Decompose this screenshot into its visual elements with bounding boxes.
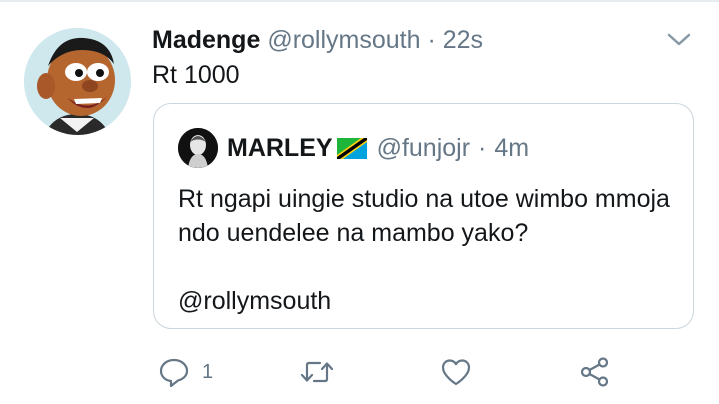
handle[interactable]: @rollymsouth — [267, 26, 420, 54]
quoted-tweet-header: MARLEY @funjojr · 4m — [227, 132, 529, 164]
top-divider — [0, 0, 719, 2]
reply-button[interactable]: 1 — [158, 352, 213, 392]
quoted-timestamp[interactable]: 4m — [494, 132, 529, 164]
quoted-tweet-card[interactable]: MARLEY @funjojr · 4m Rt ngapi uingie stu… — [153, 103, 694, 329]
caricature-avatar-icon — [24, 28, 131, 135]
tweet-header: Madenge @rollymsouth · 22s — [152, 24, 483, 56]
tweet-text: Rt 1000 — [152, 61, 240, 89]
display-name[interactable]: Madenge — [152, 26, 260, 54]
like-button[interactable] — [440, 352, 484, 392]
quoted-text-line-2: ndo uendelee na mambo yako? — [178, 219, 529, 247]
quoted-handle[interactable]: @funjojr — [377, 132, 470, 164]
quoted-avatar-icon — [178, 128, 218, 168]
tanzania-flag-icon — [336, 137, 367, 159]
like-icon — [441, 359, 471, 386]
timestamp[interactable]: 22s — [443, 26, 483, 54]
user-avatar[interactable] — [24, 28, 131, 135]
retweet-button[interactable] — [300, 352, 346, 392]
reply-count: 1 — [202, 360, 214, 383]
retweet-icon — [300, 361, 334, 383]
quoted-text-line-1: Rt ngapi uingie studio na utoe wimbo mmo… — [178, 185, 670, 213]
quoted-separator: · — [478, 134, 487, 162]
quoted-mention[interactable]: @rollymsouth — [178, 284, 683, 318]
share-button[interactable] — [579, 352, 611, 392]
separator: · — [427, 26, 436, 54]
tweet-actions: 1 — [0, 352, 719, 392]
quoted-user-avatar[interactable] — [178, 128, 218, 168]
quoted-display-name[interactable]: MARLEY — [227, 132, 333, 164]
share-icon — [580, 357, 609, 387]
chevron-down-icon[interactable] — [666, 30, 692, 50]
reply-icon — [159, 358, 189, 388]
quoted-tweet-text: Rt ngapi uingie studio na utoe wimbo mmo… — [178, 182, 683, 318]
